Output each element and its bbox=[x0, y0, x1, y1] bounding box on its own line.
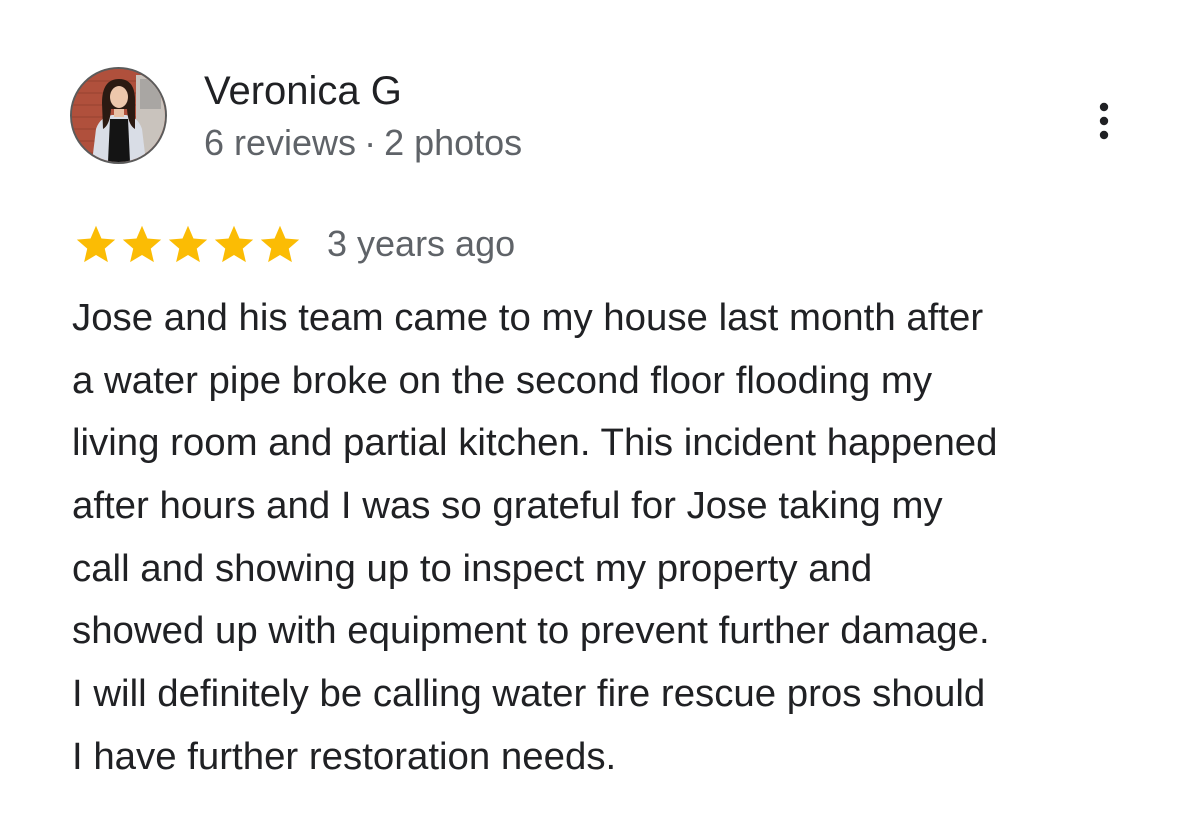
review-date: 3 years ago bbox=[327, 223, 516, 264]
star-icon bbox=[122, 225, 162, 263]
review-card: Veronica G 6 reviews · 2 photos 3 years ag… bbox=[0, 0, 1200, 831]
more-vertical-icon bbox=[1099, 102, 1109, 140]
review-text-line: Jose and his team came to my house last … bbox=[72, 296, 984, 339]
meta-separator: · bbox=[364, 122, 377, 163]
review-text-line: a water pipe broke on the second floor f… bbox=[72, 358, 933, 402]
star-icon bbox=[168, 225, 208, 263]
star-icon bbox=[214, 225, 254, 263]
review-text-line: showed up with equipment to prevent furt… bbox=[72, 609, 990, 653]
review-text: Jose and his team came to my house last … bbox=[72, 287, 1172, 789]
photos-count: 2 photos bbox=[384, 122, 523, 163]
review-text-line: I have further restoration needs. bbox=[72, 734, 617, 778]
reviews-count: 6 reviews bbox=[204, 122, 357, 163]
rating-row: 3 years ago bbox=[73, 219, 515, 269]
review-text-line: living room and partial kitchen. This in… bbox=[72, 421, 998, 465]
star-icon bbox=[260, 225, 300, 263]
reviewer-name[interactable]: Veronica G bbox=[204, 66, 402, 116]
avatar[interactable] bbox=[70, 67, 167, 164]
reviewer-stats: 6 reviews · 2 photos bbox=[204, 120, 522, 166]
review-text-line: after hours and I was so grateful for Jo… bbox=[72, 484, 943, 528]
review-text-line: call and showing up to inspect my proper… bbox=[72, 546, 873, 590]
more-options-button[interactable] bbox=[1086, 99, 1122, 143]
review-text-line: I will definitely be calling water fire … bbox=[72, 672, 986, 716]
star-icon bbox=[76, 225, 116, 263]
star-rating bbox=[73, 221, 303, 267]
avatar-photo bbox=[72, 69, 165, 162]
